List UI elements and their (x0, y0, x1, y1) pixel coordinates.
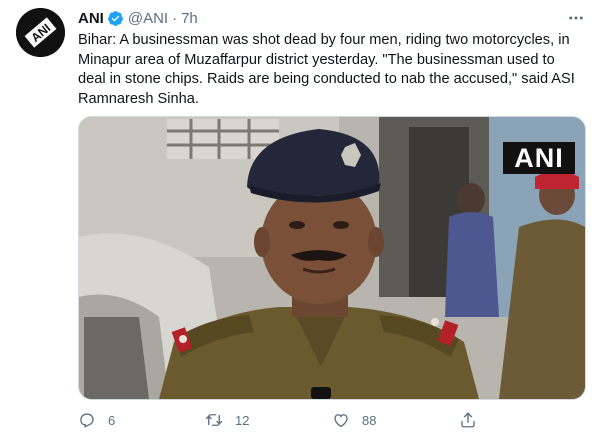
tweet-text-line: deal in stone chips. Raids are being con… (78, 71, 575, 88)
tweet-photo[interactable]: ANI (78, 116, 586, 400)
reply-count: 6 (108, 412, 116, 428)
retweet-button[interactable]: 12 (205, 408, 249, 432)
tweet-actions: 6 12 88 (78, 408, 548, 432)
tweet-text-line: Bihar: A businessman was shot dead by fo… (78, 32, 570, 48)
more-icon[interactable] (566, 8, 586, 28)
like-button[interactable]: 88 (332, 408, 376, 432)
tweet-text-line: Ramnaresh Sinha. (78, 90, 199, 107)
ani-logo: ANI (16, 8, 65, 57)
avatar[interactable]: ANI (16, 8, 65, 57)
timestamp[interactable]: 7h (181, 10, 198, 27)
like-count: 88 (362, 412, 377, 428)
tweet-text-line: Minapur area of Muzaffarpur district yes… (78, 51, 555, 68)
handle[interactable]: @ANI (128, 10, 168, 27)
share-button[interactable] (459, 408, 477, 432)
separator-dot: · (172, 9, 178, 27)
display-name[interactable]: ANI (78, 10, 104, 27)
photo-watermark: ANI (503, 142, 575, 174)
retweet-icon (205, 411, 223, 429)
like-icon (332, 411, 350, 429)
tweet-text: Bihar: A businessman was shot dead by fo… (78, 31, 598, 109)
reply-icon (78, 411, 96, 429)
verified-icon (107, 10, 124, 27)
reply-button[interactable]: 6 (78, 408, 115, 432)
tweet[interactable]: ANI ANI @ANI · 7h Bihar: A businessman w… (0, 0, 603, 437)
share-icon (459, 411, 477, 429)
retweet-count: 12 (235, 412, 250, 428)
tweet-header: ANI @ANI · 7h (78, 8, 198, 28)
